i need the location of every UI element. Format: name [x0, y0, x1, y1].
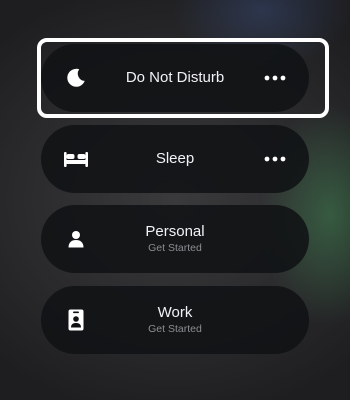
- person-icon: [63, 226, 89, 252]
- id-badge-icon: [63, 307, 89, 333]
- selection-outline: [37, 38, 329, 118]
- bed-icon: [63, 146, 89, 172]
- focus-mode-title: Sleep: [155, 150, 195, 167]
- focus-mode-personal[interactable]: Personal Get Started: [41, 205, 309, 273]
- more-options-icon[interactable]: [263, 149, 287, 169]
- focus-mode-text: Sleep: [101, 125, 249, 193]
- focus-mode-text: Personal Get Started: [101, 205, 249, 273]
- focus-mode-work[interactable]: Work Get Started: [41, 286, 309, 354]
- focus-mode-text: Work Get Started: [101, 286, 249, 354]
- focus-mode-title: Personal: [145, 223, 205, 240]
- focus-mode-sleep[interactable]: Sleep: [41, 125, 309, 193]
- focus-mode-subtitle: Get Started: [148, 242, 202, 254]
- focus-mode-list: Do Not Disturb Sleep Personal Get Starte…: [0, 0, 350, 400]
- focus-mode-subtitle: Get Started: [148, 323, 202, 335]
- focus-mode-title: Work: [157, 304, 193, 321]
